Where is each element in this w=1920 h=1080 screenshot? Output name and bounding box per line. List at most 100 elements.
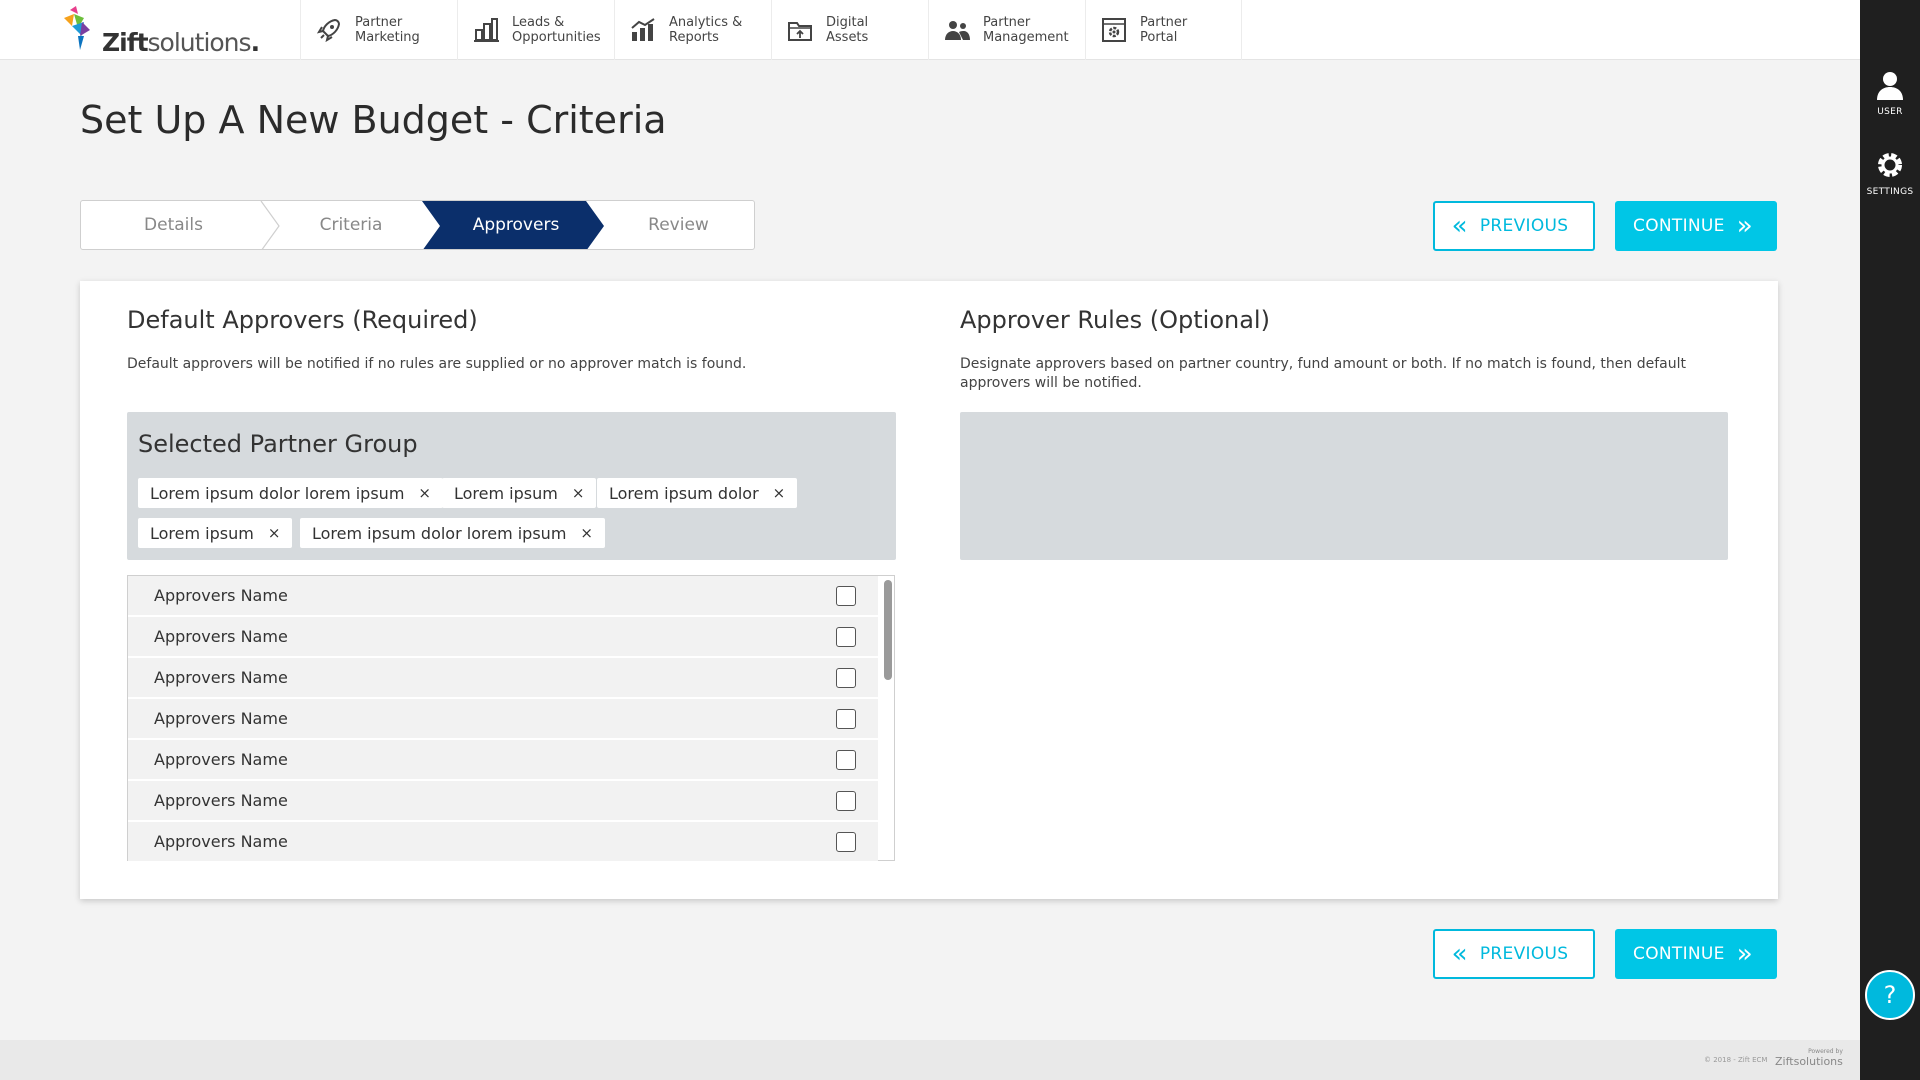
tag-label: Lorem ipsum: [150, 523, 254, 543]
help-button[interactable]: ?: [1865, 970, 1915, 1020]
approver-rules-title: Approver Rules (Optional): [960, 306, 1270, 334]
remove-tag-icon[interactable]: ×: [418, 484, 431, 502]
settings-menu[interactable]: SETTINGS: [1860, 150, 1920, 197]
double-chevron-right-icon: »: [1736, 211, 1753, 241]
tag-label: Lorem ipsum dolor lorem ipsum: [150, 483, 405, 503]
approver-checkbox[interactable]: [836, 585, 856, 606]
default-approvers-description: Default approvers will be notified if no…: [127, 356, 747, 372]
nav-digital-assets[interactable]: Digital Assets: [771, 0, 928, 60]
continue-button-bottom[interactable]: CONTINUE »: [1615, 929, 1777, 979]
page-title: Set Up A New Budget - Criteria: [80, 98, 667, 142]
approver-row[interactable]: Approvers Name: [128, 740, 878, 779]
approver-row[interactable]: Approvers Name: [128, 576, 878, 615]
help-question-icon: ?: [1883, 981, 1897, 1009]
approver-rules-panel[interactable]: [960, 412, 1728, 560]
approver-checkbox[interactable]: [836, 667, 856, 688]
nav-partner-marketing[interactable]: Partner Marketing: [300, 0, 457, 60]
approver-rules-description: Designate approvers based on partner cou…: [960, 356, 1686, 391]
approver-row[interactable]: Approvers Name: [128, 699, 878, 738]
step-criteria[interactable]: Criteria: [266, 201, 436, 249]
powered-by-logo: Powered by Ziftsolutions: [1775, 1048, 1843, 1068]
step-review[interactable]: Review: [601, 201, 754, 249]
nav-label: Partner Marketing: [355, 15, 420, 45]
remove-tag-icon[interactable]: ×: [773, 484, 786, 502]
double-chevron-left-icon: «: [1451, 211, 1468, 241]
step-details[interactable]: Details: [81, 201, 266, 249]
nav-label: Partner Management: [983, 15, 1069, 45]
step-approvers[interactable]: Approvers: [436, 201, 596, 249]
approver-name: Approvers Name: [154, 832, 288, 851]
remove-tag-icon[interactable]: ×: [268, 524, 281, 542]
building-chart-icon: [470, 14, 502, 46]
top-navigation-bar: Ziftsolutions. Partner Marketing Leads &…: [0, 0, 1860, 60]
approver-name: Approvers Name: [154, 791, 288, 810]
double-chevron-left-icon: «: [1451, 939, 1468, 969]
remove-tag-icon[interactable]: ×: [580, 524, 593, 542]
approver-row[interactable]: Approvers Name: [128, 781, 878, 820]
approver-row[interactable]: Approvers Name: [128, 617, 878, 656]
partner-group-tag: Lorem ipsum dolor lorem ipsum ×: [138, 478, 443, 508]
people-icon: [941, 14, 973, 46]
footer: © 2018 - Zift ECM Powered by Ziftsolutio…: [0, 1040, 1860, 1080]
previous-button-bottom[interactable]: « PREVIOUS: [1433, 929, 1595, 979]
tag-label: Lorem ipsum dolor: [609, 483, 759, 503]
partner-group-tag: Lorem ipsum ×: [138, 518, 293, 548]
continue-button-top[interactable]: CONTINUE »: [1615, 201, 1777, 251]
right-rail: USER SETTINGS: [1860, 0, 1920, 1080]
tag-label: Lorem ipsum: [454, 483, 558, 503]
approver-row[interactable]: Approvers Name: [128, 822, 878, 861]
partner-group-tag: Lorem ipsum ×: [442, 478, 597, 508]
nav-label: Partner Portal: [1140, 15, 1188, 45]
nav-partner-management[interactable]: Partner Management: [928, 0, 1085, 60]
approver-name: Approvers Name: [154, 586, 288, 605]
remove-tag-icon[interactable]: ×: [572, 484, 585, 502]
previous-button-top[interactable]: « PREVIOUS: [1433, 201, 1595, 251]
user-label: USER: [1877, 107, 1903, 117]
selected-partner-group-title: Selected Partner Group: [138, 430, 418, 458]
previous-label: PREVIOUS: [1479, 944, 1569, 964]
approver-checkbox[interactable]: [836, 749, 856, 770]
partner-group-tag: Lorem ipsum dolor ×: [597, 478, 798, 508]
copyright-text: © 2018 - Zift ECM: [1704, 1056, 1768, 1064]
nav-label: Analytics & Reports: [669, 15, 743, 45]
nav-label: Leads & Opportunities: [512, 15, 601, 45]
default-approvers-title: Default Approvers (Required): [127, 306, 478, 334]
logo-text-bold: Zift: [102, 28, 149, 57]
zift-logo-icon: [64, 6, 90, 50]
nav-leads-opportunities[interactable]: Leads & Opportunities: [457, 0, 614, 60]
rocket-icon: [313, 14, 345, 46]
previous-label: PREVIOUS: [1479, 216, 1569, 236]
gear-icon: [1878, 153, 1902, 177]
logo-text-light: solutions: [147, 28, 252, 57]
continue-label: CONTINUE: [1633, 944, 1725, 964]
selected-partner-group-panel: Selected Partner Group Lorem ipsum dolor…: [127, 412, 896, 560]
tag-label: Lorem ipsum dolor lorem ipsum: [312, 523, 567, 543]
analytics-chart-icon: [627, 14, 659, 46]
settings-label: SETTINGS: [1866, 187, 1914, 197]
logo-text-dot: .: [250, 28, 260, 57]
main-nav: Partner Marketing Leads & Opportunities …: [300, 0, 1242, 60]
approver-list-scrollbar[interactable]: [884, 580, 892, 680]
approver-list[interactable]: Approvers Name Approvers Name Approvers …: [127, 575, 895, 861]
folder-upload-icon: [784, 14, 816, 46]
approvers-card: Default Approvers (Required) Default app…: [80, 281, 1778, 899]
powered-by-brand: Ziftsolutions: [1775, 1055, 1843, 1068]
user-menu[interactable]: USER: [1860, 70, 1920, 117]
approver-name: Approvers Name: [154, 627, 288, 646]
approver-checkbox[interactable]: [836, 708, 856, 729]
approver-checkbox[interactable]: [836, 831, 856, 852]
approver-name: Approvers Name: [154, 750, 288, 769]
portal-gear-icon: [1098, 14, 1130, 46]
approver-name: Approvers Name: [154, 709, 288, 728]
approver-checkbox[interactable]: [836, 790, 856, 811]
nav-analytics-reports[interactable]: Analytics & Reports: [614, 0, 771, 60]
approver-checkbox[interactable]: [836, 626, 856, 647]
approver-row[interactable]: Approvers Name: [128, 658, 878, 697]
powered-by-label: Powered by: [1808, 1048, 1843, 1055]
partner-group-tag: Lorem ipsum dolor lorem ipsum ×: [300, 518, 605, 548]
step-progress: Details Criteria Approvers Review: [80, 200, 755, 250]
user-icon: [1877, 72, 1903, 100]
continue-label: CONTINUE: [1633, 216, 1725, 236]
nav-label: Digital Assets: [826, 15, 869, 45]
nav-partner-portal[interactable]: Partner Portal: [1085, 0, 1242, 60]
